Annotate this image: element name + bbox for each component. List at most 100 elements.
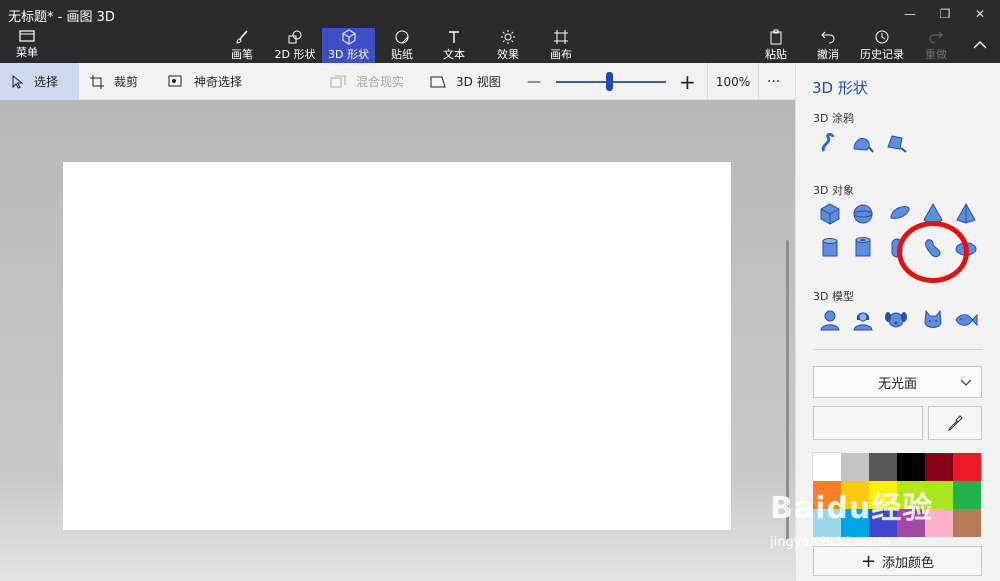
chevron-up-icon — [973, 41, 987, 49]
woman-model-icon[interactable] — [851, 308, 875, 332]
menu-label: 菜单 — [16, 46, 38, 59]
eyedropper-icon — [947, 415, 963, 431]
cursor-icon — [12, 74, 24, 89]
undo-button[interactable]: 撤消 — [812, 28, 844, 63]
more-label: ··· — [767, 73, 781, 90]
sharp-edge-doodle-icon[interactable] — [818, 131, 842, 155]
mixed-reality-label: 混合现实 — [356, 75, 405, 89]
fish-model-icon[interactable] — [954, 308, 978, 332]
tab-2d-shapes[interactable]: 2D 形状 — [270, 28, 320, 63]
tube-shape-icon[interactable] — [851, 236, 875, 260]
tab-text[interactable]: 文本 — [438, 28, 470, 63]
tube-doodle-icon[interactable] — [884, 131, 908, 155]
zoom-out-label: — — [527, 73, 541, 90]
watermark: Baidu经验 jingyan.baidu.com — [770, 483, 934, 550]
menu-button[interactable]: 菜单 — [8, 28, 46, 63]
paste-button[interactable]: 粘贴 — [760, 28, 792, 63]
close-button[interactable]: ✕ — [965, 4, 995, 24]
zoom-in-button[interactable]: + — [679, 63, 696, 100]
color-swatch[interactable] — [869, 453, 897, 481]
tab-stickers-label: 贴纸 — [391, 48, 413, 61]
redo-label: 重做 — [925, 48, 947, 61]
minimize-button[interactable]: — — [895, 4, 925, 24]
hemisphere-shape-icon[interactable] — [888, 202, 912, 226]
folder-icon — [19, 30, 35, 42]
dog-model-icon[interactable] — [884, 308, 908, 332]
zoom-level[interactable]: 100% — [707, 63, 759, 100]
crop-tool-button[interactable]: 裁剪 — [90, 63, 138, 100]
redo-button[interactable]: 重做 — [920, 28, 952, 63]
3d-view-icon — [430, 76, 446, 87]
color-swatch[interactable] — [897, 453, 925, 481]
panel-divider — [813, 349, 983, 350]
finish-value: 无光面 — [877, 376, 917, 392]
tab-brushes[interactable]: 画笔 — [226, 28, 258, 63]
restore-button[interactable]: ❐ — [930, 4, 960, 24]
add-color-button[interactable]: + 添加颜色 — [813, 546, 982, 576]
history-label: 历史记录 — [860, 48, 904, 61]
tab-effects[interactable]: 效果 — [492, 28, 524, 63]
redo-icon — [929, 31, 943, 44]
drawing-canvas[interactable] — [63, 162, 731, 530]
collapse-ribbon-button[interactable] — [968, 28, 992, 63]
color-swatch[interactable] — [925, 453, 953, 481]
3d-objects-label: 3D 对象 — [813, 184, 854, 197]
more-options-button[interactable]: ··· — [767, 63, 780, 100]
title-bar: 无标题* - 画图 3D — ❐ ✕ — [0, 0, 1000, 28]
cylinder-shape-icon[interactable] — [818, 236, 842, 260]
3d-models-label: 3D 模型 — [813, 290, 854, 303]
ribbon: 菜单 画笔 2D 形状 3D 形状 贴纸 文本 效果 画布 粘贴 撤消 历史记录 — [0, 28, 1000, 63]
watermark-url: jingyan.baidu.com — [770, 535, 890, 550]
history-icon — [875, 30, 889, 44]
zoom-thumb[interactable] — [605, 72, 613, 91]
cube-shape-icon[interactable] — [818, 202, 842, 226]
eyedropper-button[interactable] — [928, 406, 982, 440]
window-title: 无标题* - 画图 3D — [8, 10, 115, 25]
history-button[interactable]: 历史记录 — [857, 28, 907, 63]
mixed-reality-button[interactable]: 混合现实 — [330, 63, 404, 100]
tab-effects-label: 效果 — [497, 48, 519, 61]
tab-3d-shapes-label: 3D 形状 — [328, 48, 369, 61]
paste-label: 粘贴 — [765, 48, 787, 61]
tab-canvas-label: 画布 — [550, 48, 572, 61]
tab-stickers[interactable]: 贴纸 — [386, 28, 418, 63]
text-icon — [449, 31, 459, 43]
tab-text-label: 文本 — [443, 48, 465, 61]
brush-icon — [236, 30, 248, 44]
cube-icon — [342, 29, 355, 45]
color-swatch[interactable] — [953, 509, 981, 537]
finish-dropdown[interactable]: 无光面 — [813, 366, 982, 398]
2d-shapes-icon — [288, 30, 302, 44]
add-color-label: 添加颜色 — [882, 555, 935, 571]
panel-title: 3D 形状 — [812, 79, 868, 97]
tab-brushes-label: 画笔 — [231, 48, 253, 61]
workspace — [0, 100, 795, 581]
magic-select-button[interactable]: 神奇选择 — [168, 63, 242, 100]
sphere-shape-icon[interactable] — [851, 202, 875, 226]
canvas-icon — [554, 30, 568, 44]
undo-label: 撤消 — [817, 48, 839, 61]
color-swatch[interactable] — [953, 453, 981, 481]
mixed-reality-icon — [330, 75, 346, 87]
watermark-brand: Baidu经验 — [770, 491, 934, 526]
undo-icon — [821, 31, 835, 44]
sticker-icon — [395, 30, 409, 44]
3d-view-button[interactable]: 3D 视图 — [430, 63, 501, 100]
color-swatch[interactable] — [812, 452, 842, 482]
tab-3d-shapes[interactable]: 3D 形状 — [322, 28, 375, 63]
3d-doodle-label: 3D 涂鸦 — [813, 112, 854, 125]
cat-model-icon[interactable] — [921, 308, 945, 332]
current-color-preview[interactable] — [813, 406, 923, 440]
color-swatch[interactable] — [953, 481, 981, 509]
man-model-icon[interactable] — [818, 308, 842, 332]
select-tool-button[interactable]: 选择 — [0, 63, 79, 100]
soft-edge-doodle-icon[interactable] — [851, 131, 875, 155]
zoom-slider[interactable] — [556, 63, 666, 100]
tab-2d-shapes-label: 2D 形状 — [274, 48, 316, 61]
pyramid-shape-icon[interactable] — [954, 202, 978, 226]
color-swatch[interactable] — [841, 453, 869, 481]
magic-select-icon — [168, 75, 182, 86]
tab-canvas[interactable]: 画布 — [545, 28, 577, 63]
plus-icon: + — [860, 550, 877, 572]
zoom-out-button[interactable]: — — [527, 63, 541, 100]
